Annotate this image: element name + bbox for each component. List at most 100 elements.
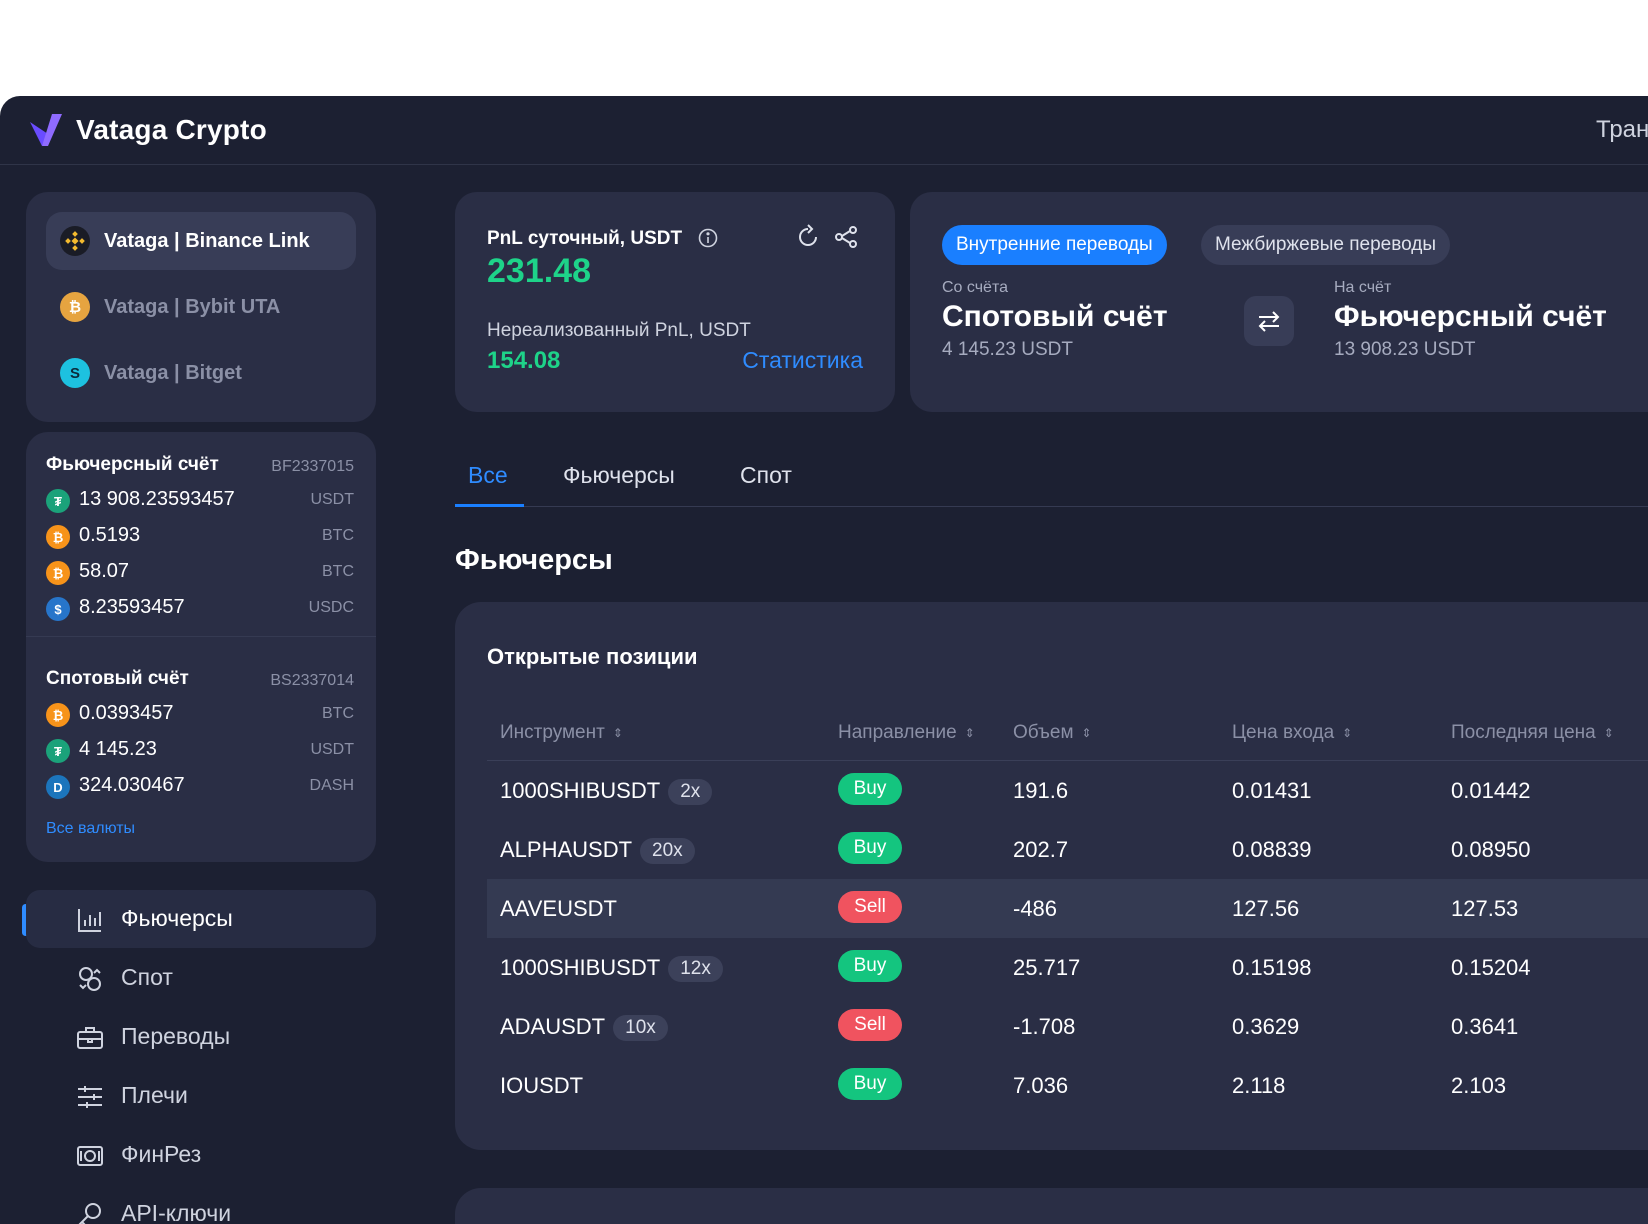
asset-currency: USDT: [310, 741, 354, 758]
volume-cell: 7.036: [1013, 1073, 1069, 1098]
unrealized-pnl-label: Нереализованный PnL, USDT: [487, 320, 751, 341]
nav-label: Спот: [121, 964, 173, 990]
direction-badge: Buy: [838, 1068, 902, 1100]
coins-icon: [79, 967, 101, 991]
sort-icon: ⇕: [1342, 725, 1353, 740]
spot-account-title: Спотовый счёт: [46, 668, 189, 689]
instrument-name: 1000SHIBUSDT: [500, 778, 661, 803]
app-window: Vataga Crypto Тран Vataga | Binance Link…: [0, 96, 1648, 1224]
nav-item-transfers[interactable]: Переводы: [26, 1008, 376, 1066]
direction-badge: Buy: [838, 773, 902, 805]
column-header-volume[interactable]: Объем ⇕: [1013, 722, 1092, 744]
sort-icon: ⇕: [612, 725, 623, 740]
table-row[interactable]: ALPHAUSDT 20x Buy 202.7 0.08839 0.08950: [487, 820, 1648, 879]
tab-internal-transfers[interactable]: Внутренние переводы: [942, 225, 1167, 265]
column-header-last-price[interactable]: Последняя цена ⇕: [1451, 722, 1614, 744]
tab-active-underline: [455, 504, 524, 507]
all-currencies-link[interactable]: Все валюты: [46, 820, 135, 838]
usdc-icon: $: [46, 597, 70, 621]
instrument-name: AAVEUSDT: [500, 896, 617, 921]
next-section-card: [455, 1188, 1648, 1224]
volume-cell: 202.7: [1013, 837, 1069, 862]
instrument-cell: 1000SHIBUSDT 2x: [500, 778, 713, 806]
tab-all[interactable]: Все: [468, 462, 508, 489]
instrument-name: ALPHAUSDT: [500, 837, 633, 862]
exchange-item-bybit[interactable]: ₿ Vataga | Bybit UTA: [46, 278, 356, 336]
brand-name[interactable]: Vataga Crypto: [76, 114, 267, 146]
share-icon[interactable]: [833, 224, 859, 250]
entry-price-cell: 2.118: [1232, 1073, 1286, 1098]
asset-row: $ 8.23593457 USDC: [46, 594, 354, 624]
nav-item-futures[interactable]: Фьючерсы: [26, 890, 376, 948]
sliders-icon: [78, 1086, 102, 1108]
statistics-link[interactable]: Статистика: [742, 347, 863, 374]
table-row[interactable]: IOUSDT Buy 7.036 2.118 2.103: [487, 1056, 1648, 1115]
last-price-cell: 2.103: [1451, 1073, 1507, 1098]
asset-currency: USDT: [310, 491, 354, 508]
nav-item-spot[interactable]: Спот: [26, 949, 376, 1007]
binance-icon: [60, 226, 90, 256]
asset-amount: 8.23593457: [79, 596, 185, 618]
top-nav-link[interactable]: Тран: [1596, 116, 1648, 144]
accounts-divider: [26, 636, 376, 637]
tab-futures[interactable]: Фьючерсы: [563, 462, 675, 489]
table-row[interactable]: AAVEUSDT Sell -486 127.56 127.53: [487, 879, 1648, 938]
entry-price-cell: 0.15198: [1232, 955, 1312, 980]
instrument-name: 1000SHIBUSDT: [500, 955, 661, 980]
table-row[interactable]: 1000SHIBUSDT 2x Buy 191.6 0.01431 0.01442: [487, 761, 1648, 820]
leverage-badge: 12x: [668, 956, 723, 982]
leverage-badge: 10x: [613, 1015, 668, 1041]
asset-row: ₮ 13 908.23593457 USDT: [46, 486, 354, 516]
nav-item-leverage[interactable]: Плечи: [26, 1067, 376, 1125]
header-label: Последняя цена: [1451, 722, 1596, 743]
last-price-cell: 0.15204: [1451, 955, 1531, 980]
pnl-title: PnL суточный, USDT: [487, 228, 683, 249]
tabs-divider: [455, 506, 1648, 507]
asset-row: ₮ 4 145.23 USDT: [46, 736, 354, 766]
open-positions-card: Открытые позиции Инструмент ⇕ Направление…: [455, 602, 1648, 1150]
bitcoin-icon: ₿: [46, 703, 70, 727]
asset-row: ₿ 0.0393457 BTC: [46, 700, 354, 730]
volume-cell: -486: [1013, 896, 1058, 921]
from-account-select[interactable]: Спотовый счёт: [942, 300, 1168, 334]
exchange-item-bitget[interactable]: S Vataga | Bitget: [46, 344, 356, 402]
direction-badge: Sell: [838, 891, 902, 923]
table-row[interactable]: ADAUSDT 10x Sell -1.708 0.3629 0.3641: [487, 997, 1648, 1056]
instrument-name: ADAUSDT: [500, 1014, 606, 1039]
header-label: Объем: [1013, 722, 1074, 743]
tab-spot[interactable]: Спот: [740, 462, 792, 489]
direction-badge: Buy: [838, 950, 902, 982]
direction-badge: Sell: [838, 1009, 902, 1041]
nav-label: API-ключи: [121, 1200, 232, 1224]
column-header-direction[interactable]: Направление ⇕: [838, 722, 975, 744]
entry-price-cell: 127.56: [1232, 896, 1300, 921]
volume-cell: -1.708: [1013, 1014, 1076, 1039]
table-row[interactable]: 1000SHIBUSDT 12x Buy 25.717 0.15198 0.152…: [487, 938, 1648, 997]
swap-icon: [1258, 311, 1280, 332]
instrument-cell: 1000SHIBUSDT 12x: [500, 955, 723, 983]
to-account-select[interactable]: Фьючерсный счёт: [1334, 300, 1607, 334]
key-icon: [78, 1203, 101, 1224]
bybit-icon: ₿: [60, 292, 90, 322]
header-label: Цена входа: [1232, 722, 1335, 743]
nav-item-finres[interactable]: ФинРез: [26, 1126, 376, 1184]
last-price-cell: 0.08950: [1451, 837, 1531, 862]
nav-item-api-keys[interactable]: API-ключи: [26, 1185, 376, 1224]
pnl-card: PnL суточный, USDT 231.48 Нереализованны…: [455, 192, 895, 412]
swap-accounts-button[interactable]: [1244, 296, 1294, 346]
nav-label: ФинРез: [121, 1141, 202, 1167]
column-header-instrument[interactable]: Инструмент ⇕: [500, 722, 623, 744]
instrument-cell: AAVEUSDT: [500, 896, 617, 922]
tab-exchange-transfers[interactable]: Межбиржевые переводы: [1201, 225, 1451, 265]
last-price-cell: 127.53: [1451, 896, 1519, 921]
info-icon[interactable]: [698, 228, 718, 248]
asset-amount: 0.5193: [79, 524, 141, 546]
to-account-amount: 13 908.23 USDT: [1334, 339, 1476, 360]
vataga-logo-icon: [30, 114, 62, 146]
exchange-item-binance[interactable]: Vataga | Binance Link: [46, 212, 356, 270]
asset-row: D 324.030467 DASH: [46, 772, 354, 802]
asset-amount: 58.07: [79, 560, 130, 582]
futures-account-title: Фьючерсный счёт: [46, 454, 219, 475]
column-header-entry-price[interactable]: Цена входа ⇕: [1232, 722, 1352, 744]
refresh-icon[interactable]: [795, 224, 821, 250]
